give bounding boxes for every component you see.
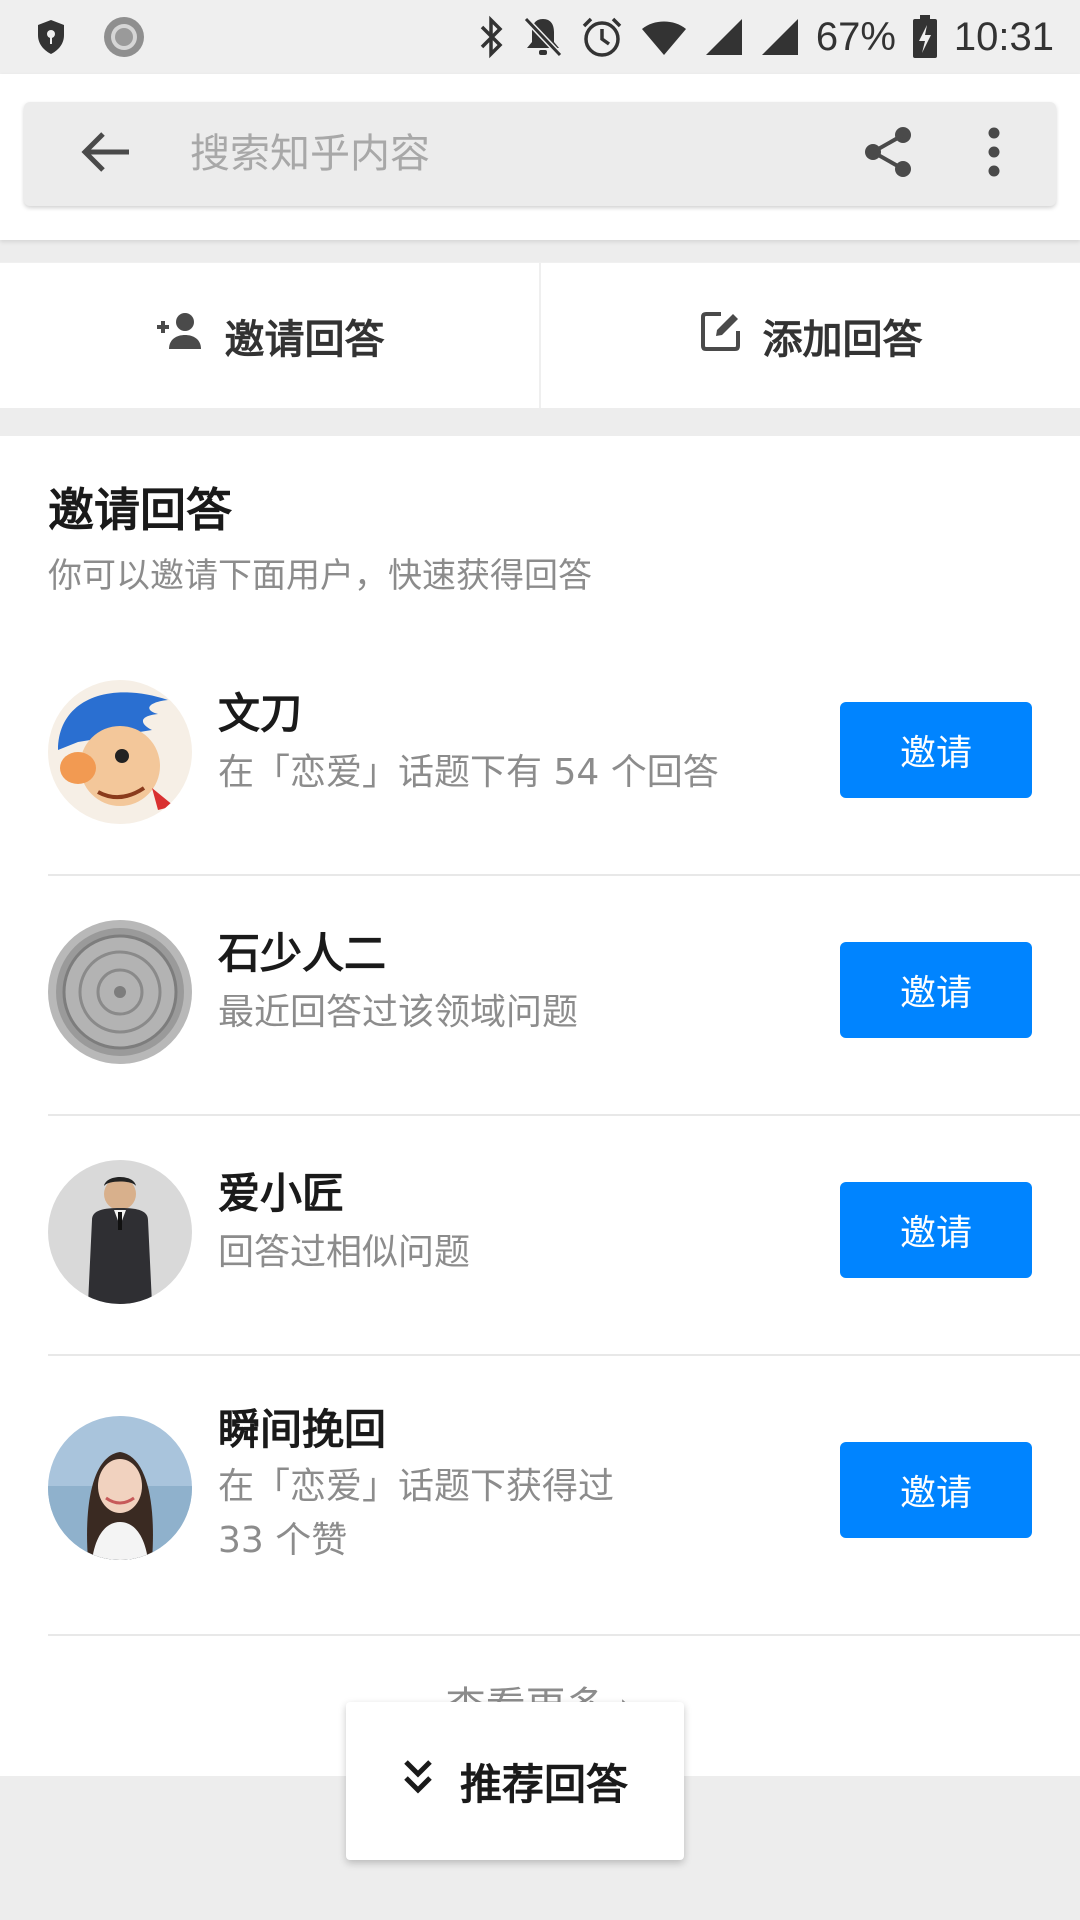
section-subtitle: 你可以邀请下面用户，快速获得回答 (48, 556, 592, 596)
signal-icon (704, 17, 744, 57)
search-box (24, 102, 1056, 206)
invite-button[interactable]: 邀请 (840, 1442, 1032, 1538)
edit-icon (699, 309, 743, 363)
user-name[interactable]: 爱小匠 (218, 1160, 344, 1221)
user-name[interactable]: 瞬间挽回 (218, 1396, 386, 1457)
alarm-icon (580, 15, 624, 59)
invite-button[interactable]: 邀请 (840, 942, 1032, 1038)
clock: 10:31 (953, 14, 1054, 59)
double-chevron-down-icon (402, 1757, 434, 1806)
user-row: 爱小匠 回答过相似问题 邀请 (0, 1116, 1080, 1356)
add-answer-button[interactable]: 添加回答 (541, 263, 1080, 408)
invite-card: 邀请回答 你可以邀请下面用户，快速获得回答 文刀 在「恋爱」话题下有 54 个回… (0, 436, 1080, 1776)
shield-icon (36, 19, 66, 55)
add-answer-label: 添加回答 (762, 316, 923, 363)
recommended-answers-button[interactable]: 推荐回答 (346, 1702, 684, 1860)
wifi-icon (640, 17, 688, 57)
share-button[interactable] (838, 102, 938, 206)
more-vertical-icon (987, 126, 1001, 182)
answer-action-bar: 邀请回答 添加回答 (0, 262, 1080, 408)
battery-charging-icon (912, 15, 938, 59)
woman-portrait-avatar[interactable] (48, 1416, 192, 1560)
battery-percent: 67% (815, 14, 896, 59)
section-title: 邀请回答 (48, 483, 232, 537)
user-row: 石少人二 最近回答过该领域问题 邀请 (0, 876, 1080, 1116)
user-name[interactable]: 石少人二 (218, 920, 386, 981)
invite-button[interactable]: 邀请 (840, 702, 1032, 798)
back-button[interactable] (50, 102, 160, 206)
user-list: 文刀 在「恋爱」话题下有 54 个回答 邀请 石少人二 最近回答过该领域问题 邀… (0, 636, 1080, 1636)
user-name[interactable]: 文刀 (218, 680, 302, 741)
mute-icon (522, 15, 564, 59)
cartoon-avatar[interactable] (48, 680, 192, 824)
row-divider (48, 1634, 1080, 1636)
search-header (0, 74, 1080, 240)
invite-answer-button[interactable]: 邀请回答 (0, 263, 539, 408)
user-description: 在「恋爱」话题下有 54 个回答 (218, 752, 719, 793)
recommended-answers-label: 推荐回答 (459, 1759, 628, 1809)
add-person-icon (155, 311, 205, 361)
back-arrow-icon (79, 130, 131, 178)
user-description: 回答过相似问题 (218, 1232, 471, 1273)
invite-button[interactable]: 邀请 (840, 1182, 1032, 1278)
status-bar: 67% 10:31 (0, 0, 1080, 74)
user-description: 最近回答过该领域问题 (218, 992, 579, 1033)
user-description: 在「恋爱」话题下获得过 33 个赞 (218, 1466, 615, 1561)
signal-icon (760, 17, 800, 57)
user-row: 瞬间挽回 在「恋爱」话题下获得过 33 个赞 邀请 (0, 1356, 1080, 1636)
user-row: 文刀 在「恋爱」话题下有 54 个回答 邀请 (0, 636, 1080, 876)
invite-answer-label: 邀请回答 (224, 316, 385, 363)
manhole-cover-avatar[interactable] (48, 920, 192, 1064)
man-in-suit-avatar[interactable] (48, 1160, 192, 1304)
more-options-button[interactable] (962, 102, 1026, 206)
bluetooth-icon (476, 15, 506, 59)
record-icon (102, 15, 146, 59)
search-input[interactable] (160, 102, 838, 206)
share-icon (861, 125, 915, 183)
